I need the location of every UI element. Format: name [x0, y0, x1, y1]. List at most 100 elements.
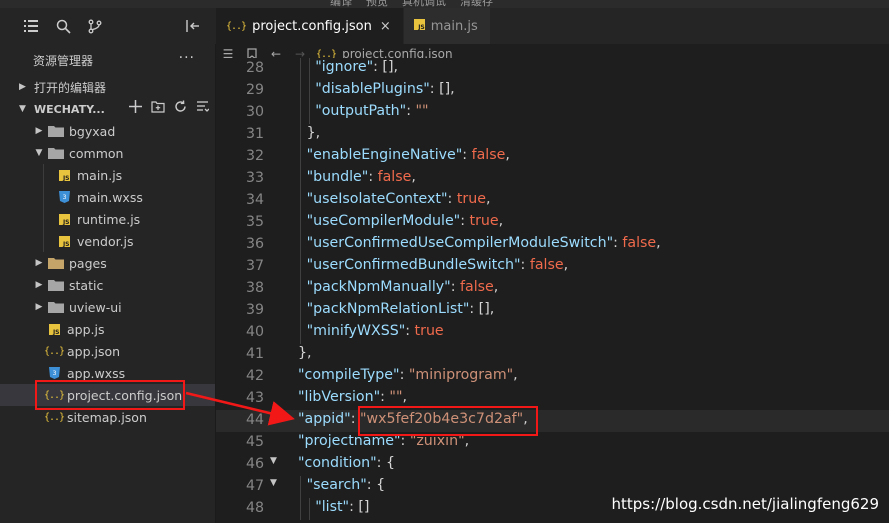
tree-file[interactable]: {..} app.json [0, 340, 215, 362]
js-file-icon [413, 18, 425, 34]
tree-file[interactable]: {..} sitemap.json [0, 406, 215, 428]
tree-file[interactable]: main.js [0, 164, 215, 186]
tree-file[interactable]: vendor.js [0, 230, 215, 252]
code-token: : [462, 147, 472, 163]
line-number: 43 [245, 390, 264, 406]
code-text: "libVersion": "", [298, 389, 407, 405]
collapse-sidebar-icon[interactable] [178, 11, 208, 41]
tree-folder[interactable]: ▶ bgyxad [0, 120, 215, 142]
collapse-all-icon[interactable] [196, 100, 210, 116]
indent-guide [300, 168, 301, 190]
code-token: "projectname" [298, 433, 401, 449]
workspace-section[interactable]: ▼ WECHATY... [0, 98, 215, 120]
tree-file[interactable]: 3 main.wxss [0, 186, 215, 208]
explorer-sidebar: 资源管理器 ··· ▶ 打开的编辑器 ▼ WECHATY... ▶ bgyxad… [0, 44, 216, 523]
css-file-icon: 3 [56, 190, 72, 204]
menu-item[interactable]: 真机调试 [402, 0, 446, 8]
explorer-header: 资源管理器 ··· [0, 44, 215, 76]
line-number: 29 [245, 82, 264, 98]
code-token: : [373, 59, 383, 75]
more-actions-icon[interactable]: ··· [179, 50, 195, 66]
tree-item-label: app.wxss [67, 365, 126, 381]
code-token: "appid" [298, 411, 351, 427]
code-text: "list": [] [315, 499, 369, 515]
code-token: : [460, 213, 470, 229]
tree-item-label: runtime.js [77, 211, 141, 227]
code-line: 31}, [216, 124, 889, 146]
tab-inactive[interactable]: main.js [403, 8, 491, 44]
code-token: "useIsolateContext" [306, 191, 448, 207]
code-token: "bundle" [306, 169, 369, 185]
code-text: "ignore": [], [315, 59, 398, 75]
fold-chevron-icon[interactable]: ▼ [270, 478, 277, 488]
new-folder-icon[interactable] [151, 100, 165, 116]
search-icon[interactable] [48, 11, 78, 41]
indent-guide [300, 58, 301, 80]
code-token: : [469, 301, 479, 317]
line-number: 31 [245, 126, 264, 142]
menu-item[interactable]: 编译 [330, 0, 352, 8]
menu-item[interactable]: 预览 [366, 0, 388, 8]
indent-guide [300, 212, 301, 234]
code-token: "zuixin" [409, 433, 465, 449]
tree-file[interactable]: 3 app.wxss [0, 362, 215, 384]
explorer-title: 资源管理器 [33, 53, 94, 68]
code-token: "packNpmRelationList" [306, 301, 470, 317]
css-file-icon: 3 [46, 366, 62, 380]
code-editor[interactable]: 28 "ignore": [], 29 "disablePlugins": [], 30… [216, 58, 889, 523]
tree-file[interactable]: {..} project.config.json [0, 384, 215, 406]
tree-file[interactable]: app.js [0, 318, 215, 340]
line-number: 46 [245, 456, 264, 472]
tree-file[interactable]: runtime.js [0, 208, 215, 230]
code-text: "bundle": false, [307, 169, 416, 185]
tab-label: main.js [430, 18, 478, 34]
code-text: "compileType": "miniprogram", [298, 367, 518, 383]
source-control-icon[interactable] [80, 11, 110, 41]
fold-chevron-icon[interactable]: ▼ [270, 456, 277, 466]
line-number: 28 [245, 60, 264, 76]
js-file-icon [56, 234, 72, 248]
editor-tabs: {..} project.config.json × main.js [216, 8, 889, 44]
code-token: "libVersion" [298, 389, 381, 405]
open-editors-section[interactable]: ▶ 打开的编辑器 [0, 76, 215, 98]
code-text: "appid": "wx5fef20b4e3c7d2af", [298, 411, 528, 427]
code-token: : { [376, 455, 395, 471]
code-token: , [505, 147, 510, 163]
refresh-icon[interactable] [174, 100, 187, 116]
indent-guide [308, 102, 310, 124]
indent-guide [300, 322, 301, 344]
indent-guide [300, 102, 301, 124]
code-line: 43 "libVersion": "", [216, 388, 889, 410]
tab-active[interactable]: {..} project.config.json × [216, 8, 404, 44]
code-text: "minifyWXSS": true [307, 323, 444, 339]
indent-guide [43, 186, 44, 208]
json-file-icon: {..} [43, 345, 65, 357]
svg-text:3: 3 [52, 370, 56, 377]
code-token: : [350, 411, 361, 427]
code-line: 38 "packNpmManually": false, [216, 278, 889, 300]
close-icon[interactable]: × [380, 19, 391, 34]
folder-icon [48, 278, 64, 292]
tree-folder[interactable]: ▶ pages [0, 252, 215, 274]
workspace-label: WECHATY... [34, 102, 105, 116]
code-token: "outputPath" [315, 103, 407, 119]
files-icon[interactable] [16, 11, 46, 41]
code-token: "packNpmManually" [306, 279, 451, 295]
tree-folder[interactable]: ▼ common [0, 142, 215, 164]
code-token: true [456, 191, 486, 207]
indent-guide [308, 498, 310, 520]
code-text: "userConfirmedBundleSwitch": false, [307, 257, 569, 273]
tree-item-label: static [69, 277, 104, 293]
menu-item[interactable]: 清缓存 [460, 0, 493, 8]
indent-guide [300, 234, 301, 256]
folder-icon [48, 124, 64, 138]
tree-folder[interactable]: ▶ uview-ui [0, 296, 215, 318]
tree-item-label: common [69, 145, 124, 161]
code-token: "miniprogram" [408, 367, 514, 383]
code-token: "search" [306, 477, 367, 493]
svg-text:3: 3 [62, 194, 66, 201]
code-line: 36 "userConfirmedUseCompilerModuleSwitch"… [216, 234, 889, 256]
new-file-icon[interactable] [129, 100, 142, 116]
tree-folder[interactable]: ▶ static [0, 274, 215, 296]
line-number: 37 [245, 258, 264, 274]
